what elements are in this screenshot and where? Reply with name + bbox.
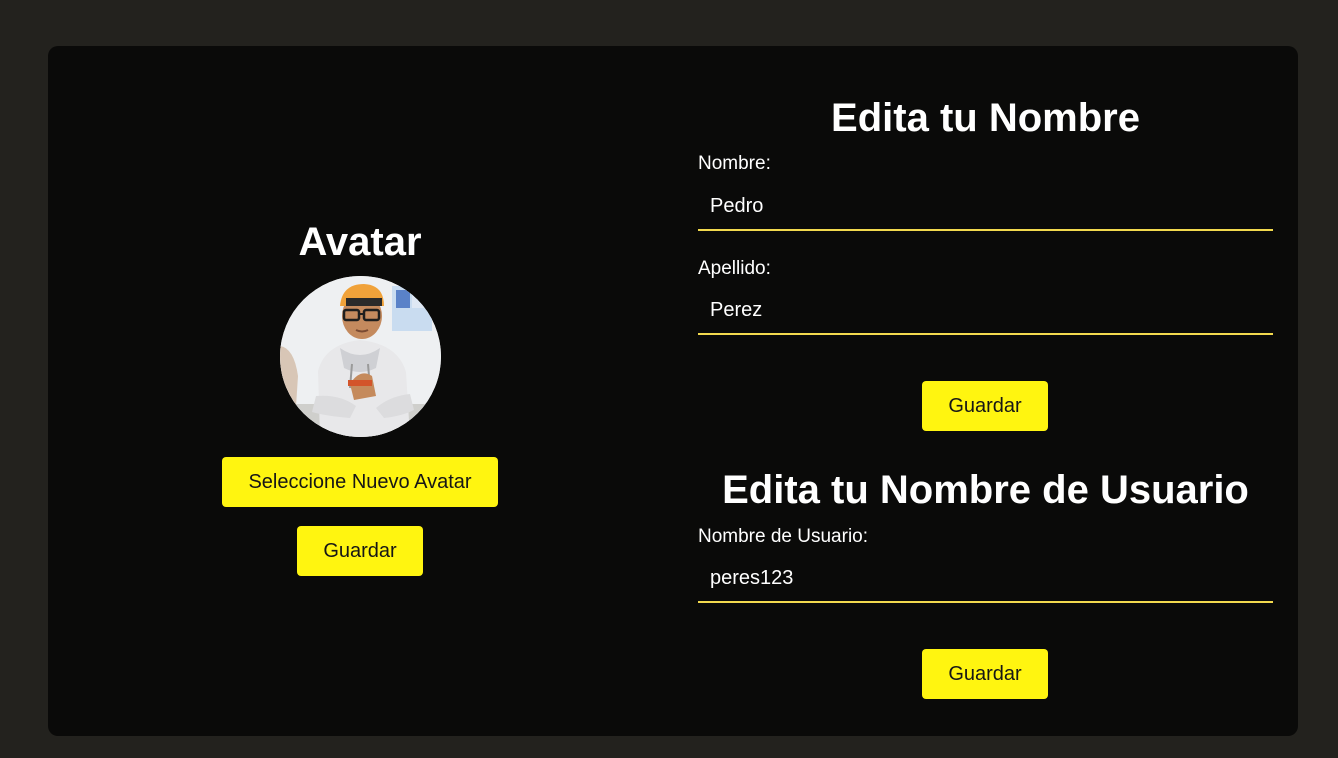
first-name-field[interactable]: [698, 183, 1273, 231]
avatar-image: [280, 276, 441, 437]
select-avatar-button[interactable]: Seleccione Nuevo Avatar: [222, 457, 498, 507]
save-avatar-button[interactable]: Guardar: [297, 526, 423, 576]
profile-card: Avatar Seleccione Nuevo Avatar Guardar E…: [48, 46, 1298, 736]
edit-name-title: Edita tu Nombre: [831, 96, 1140, 140]
save-username-button[interactable]: Guardar: [922, 649, 1048, 699]
edit-forms-section: Edita tu Nombre Nombre: Apellido: Guarda…: [698, 46, 1273, 736]
first-name-label: Nombre:: [698, 153, 771, 174]
save-name-button[interactable]: Guardar: [922, 381, 1048, 431]
avatar-title: Avatar: [298, 220, 422, 264]
avatar-section: Avatar Seleccione Nuevo Avatar Guardar: [48, 46, 672, 736]
username-field[interactable]: [698, 555, 1273, 603]
last-name-label: Apellido:: [698, 258, 771, 279]
last-name-field[interactable]: [698, 287, 1273, 335]
edit-username-title: Edita tu Nombre de Usuario: [722, 468, 1249, 512]
username-label: Nombre de Usuario:: [698, 526, 869, 547]
